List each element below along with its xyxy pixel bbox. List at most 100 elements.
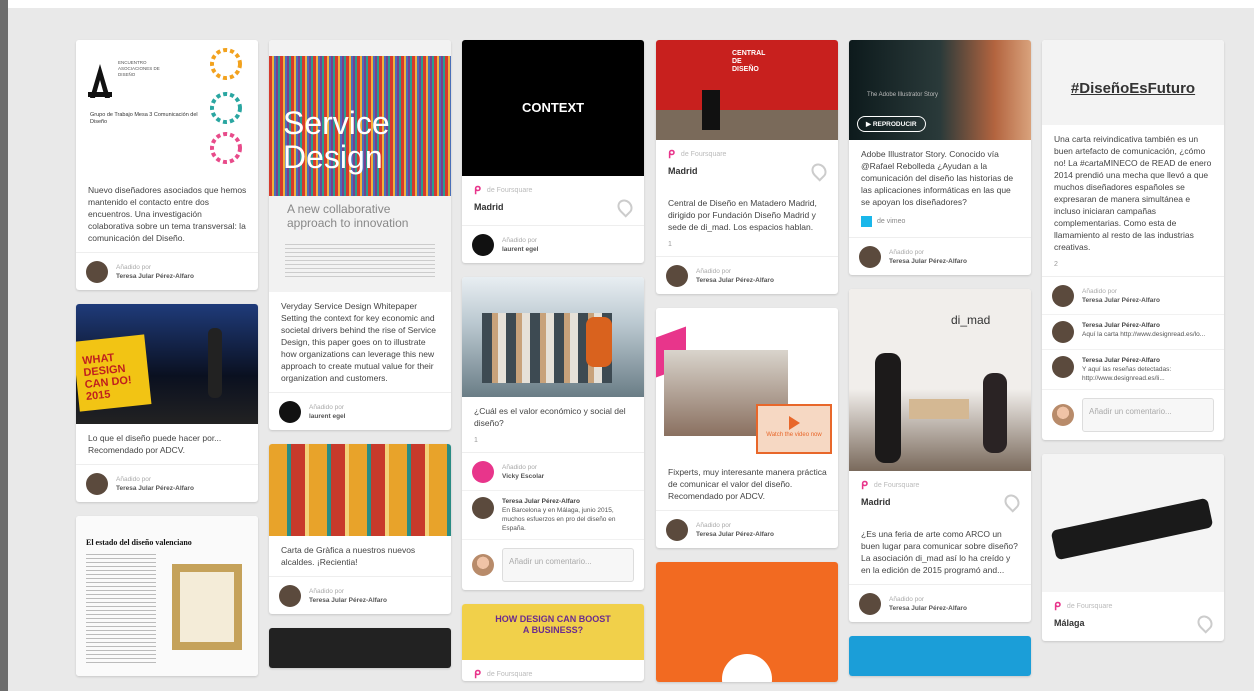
user-name[interactable]: Teresa Jular Pérez-Alfaro — [696, 530, 774, 539]
avatar[interactable] — [472, 460, 494, 483]
pin-attribution[interactable]: Añadido por Teresa Jular Pérez-Alfaro — [656, 256, 838, 294]
pin-card[interactable]: CONTEXT ᑭ de Foursquare Madrid Añadido po… — [462, 40, 644, 263]
pin-image[interactable]: HOW DESIGN CAN BOOST A BUSINESS? — [462, 604, 644, 660]
pin-card[interactable]: Watch the video now Fixperts, muy intere… — [656, 308, 838, 548]
pin-image[interactable]: CONTEXT — [462, 40, 644, 176]
foursquare-icon: ᑭ — [1054, 601, 1061, 613]
avatar[interactable] — [1052, 321, 1074, 343]
place-source: ᑭ de Foursquare — [668, 149, 727, 161]
pin-card[interactable]: The Adobe Illustrator Story ▶ REPRODUCIR… — [849, 40, 1031, 275]
comment-input[interactable]: Añadir un comentario... — [1082, 398, 1214, 432]
video-box[interactable]: Watch the video now — [756, 404, 832, 454]
user-name[interactable]: Teresa Jular Pérez-Alfaro — [116, 272, 194, 281]
pin-attribution[interactable]: Añadido por Vicky Escolar — [462, 452, 644, 490]
pin-image[interactable] — [269, 628, 451, 668]
place-name: Málaga — [1042, 612, 1224, 641]
pin-card[interactable] — [656, 562, 838, 682]
pin-image[interactable] — [269, 444, 451, 536]
comment-input-row: Añadir un comentario... — [462, 539, 644, 590]
user-name[interactable]: Teresa Jular Pérez-Alfaro — [696, 276, 774, 285]
pin-image[interactable]: Watch the video now — [656, 308, 838, 458]
pin-attribution[interactable]: Añadido por Teresa Jular Pérez-Alfaro — [849, 584, 1031, 622]
pin-attribution[interactable]: Añadido por Teresa Jular Pérez-Alfaro — [76, 464, 258, 502]
user-name[interactable]: Teresa Jular Pérez-Alfaro — [889, 257, 967, 266]
framed-artwork — [172, 564, 242, 650]
place-source: ᑭ de Foursquare — [861, 480, 920, 492]
user-name[interactable]: Teresa Jular Pérez-Alfaro — [1082, 296, 1160, 305]
pin-description: Veryday Service Design Whitepaper Settin… — [281, 301, 436, 383]
avatar[interactable] — [279, 400, 301, 423]
avatar[interactable] — [666, 264, 688, 287]
user-name[interactable]: laurent egel — [502, 245, 538, 254]
pin-attribution[interactable]: Añadido por laurent egel — [269, 392, 451, 430]
place-source: ᑭ de Foursquare — [474, 185, 533, 197]
user-name[interactable]: Teresa Jular Pérez-Alfaro — [116, 484, 194, 493]
top-bar — [8, 0, 1254, 8]
avatar[interactable] — [472, 233, 494, 256]
pin-card[interactable] — [269, 628, 451, 668]
pin-image[interactable]: Service Design A new collaborative approa… — [269, 40, 451, 292]
user-name[interactable]: laurent egel — [309, 412, 345, 421]
avatar[interactable] — [859, 245, 881, 268]
avatar[interactable] — [279, 584, 301, 607]
pin-card[interactable]: ENCUENTRO ASOCIACIONES DE DISEÑO Grupo d… — [76, 40, 258, 290]
user-name[interactable]: Vicky Escolar — [502, 472, 544, 481]
pin-attribution[interactable]: Añadido por Teresa Jular Pérez-Alfaro — [76, 252, 258, 290]
avatar[interactable] — [86, 260, 108, 283]
pin-image[interactable]: ENCUENTRO ASOCIACIONES DE DISEÑO Grupo d… — [76, 40, 258, 176]
pin-attribution[interactable]: Añadido por Teresa Jular Pérez-Alfaro — [1042, 276, 1224, 314]
cover-title: Service Design — [283, 105, 390, 175]
pin-card[interactable]: ᑭ de Foursquare Málaga — [1042, 454, 1224, 641]
pin-attribution[interactable]: Añadido por Teresa Jular Pérez-Alfaro — [656, 510, 838, 548]
added-by-label: Añadido por — [502, 463, 538, 471]
user-name[interactable]: Teresa Jular Pérez-Alfaro — [889, 604, 967, 613]
white-circle — [722, 654, 772, 682]
pin-card[interactable]: ¿Cuál es el valor económico y social del… — [462, 277, 644, 590]
pin-card[interactable]: El estado del diseño valenciano — [76, 516, 258, 676]
pin-card[interactable]: Carta de Gràfica a nuestros nuevos alcal… — [269, 444, 451, 614]
pin-image[interactable] — [849, 636, 1031, 676]
pin-image[interactable]: WHAT DESIGN CAN DO! 2015 — [76, 304, 258, 424]
play-button[interactable]: ▶ REPRODUCIR — [857, 116, 926, 132]
pin-image[interactable] — [462, 277, 644, 397]
pin-image[interactable]: di_mad — [849, 289, 1031, 471]
pin-image[interactable] — [1042, 454, 1224, 592]
added-by-label: Añadido por — [1082, 287, 1118, 295]
pin-card[interactable]: HOW DESIGN CAN BOOST A BUSINESS? ᑭ de Fou… — [462, 604, 644, 681]
pin-attribution[interactable]: Añadido por Teresa Jular Pérez-Alfaro — [269, 576, 451, 614]
pin-image[interactable]: CENTRAL DE DISEÑO — [656, 40, 838, 140]
dimad-sign: di_mad — [951, 313, 991, 327]
pin-card[interactable]: #DiseñoEsFuturo Una carta reivindicativa… — [1042, 40, 1224, 440]
pin-attribution[interactable]: Añadido por Teresa Jular Pérez-Alfaro — [849, 237, 1031, 275]
play-icon[interactable] — [788, 416, 800, 430]
avatar[interactable] — [859, 592, 881, 615]
repin-count: 1 — [668, 241, 672, 248]
comment-author[interactable]: Teresa Jular Pérez-Alfaro — [502, 497, 634, 506]
avatar[interactable] — [86, 472, 108, 495]
pin-image[interactable]: The Adobe Illustrator Story ▶ REPRODUCIR — [849, 40, 1031, 140]
pin-card[interactable]: CENTRAL DE DISEÑO ᑭ de Foursquare Madrid … — [656, 40, 838, 294]
pin-card[interactable]: WHAT DESIGN CAN DO! 2015 Lo que el diseñ… — [76, 304, 258, 502]
board-column-1: ENCUENTRO ASOCIACIONES DE DISEÑO Grupo d… — [76, 40, 258, 690]
comment-author[interactable]: Teresa Jular Pérez-Alfaro — [1082, 321, 1205, 330]
avatar[interactable] — [1052, 356, 1074, 378]
pin-image[interactable]: #DiseñoEsFuturo — [1042, 40, 1224, 125]
avatar[interactable] — [472, 497, 494, 519]
pin-image[interactable] — [656, 562, 838, 682]
pin-description: Fixperts, muy interesante manera práctic… — [668, 467, 827, 501]
comment-author[interactable]: Teresa Jular Pérez-Alfaro — [1082, 356, 1214, 365]
pin-card[interactable]: Service Design A new collaborative approa… — [269, 40, 451, 430]
video-label: Watch the video now — [766, 432, 822, 438]
pin-image[interactable]: El estado del diseño valenciano — [76, 516, 258, 676]
pin-card[interactable]: di_mad ᑭ de Foursquare Madrid ¿Es una fer… — [849, 289, 1031, 622]
avatar[interactable] — [666, 518, 688, 541]
avatar — [472, 554, 494, 576]
sign-text: WHAT DESIGN CAN DO! 2015 — [81, 351, 133, 404]
pin-description: Lo que el diseño puede hacer por... Reco… — [88, 433, 222, 455]
pin-card[interactable] — [849, 636, 1031, 676]
avatar[interactable] — [1052, 284, 1074, 307]
user-name[interactable]: Teresa Jular Pérez-Alfaro — [309, 596, 387, 605]
comment-input[interactable]: Añadir un comentario... — [502, 548, 634, 582]
person-figure — [983, 373, 1007, 453]
pin-attribution[interactable]: Añadido por laurent egel — [462, 225, 644, 263]
